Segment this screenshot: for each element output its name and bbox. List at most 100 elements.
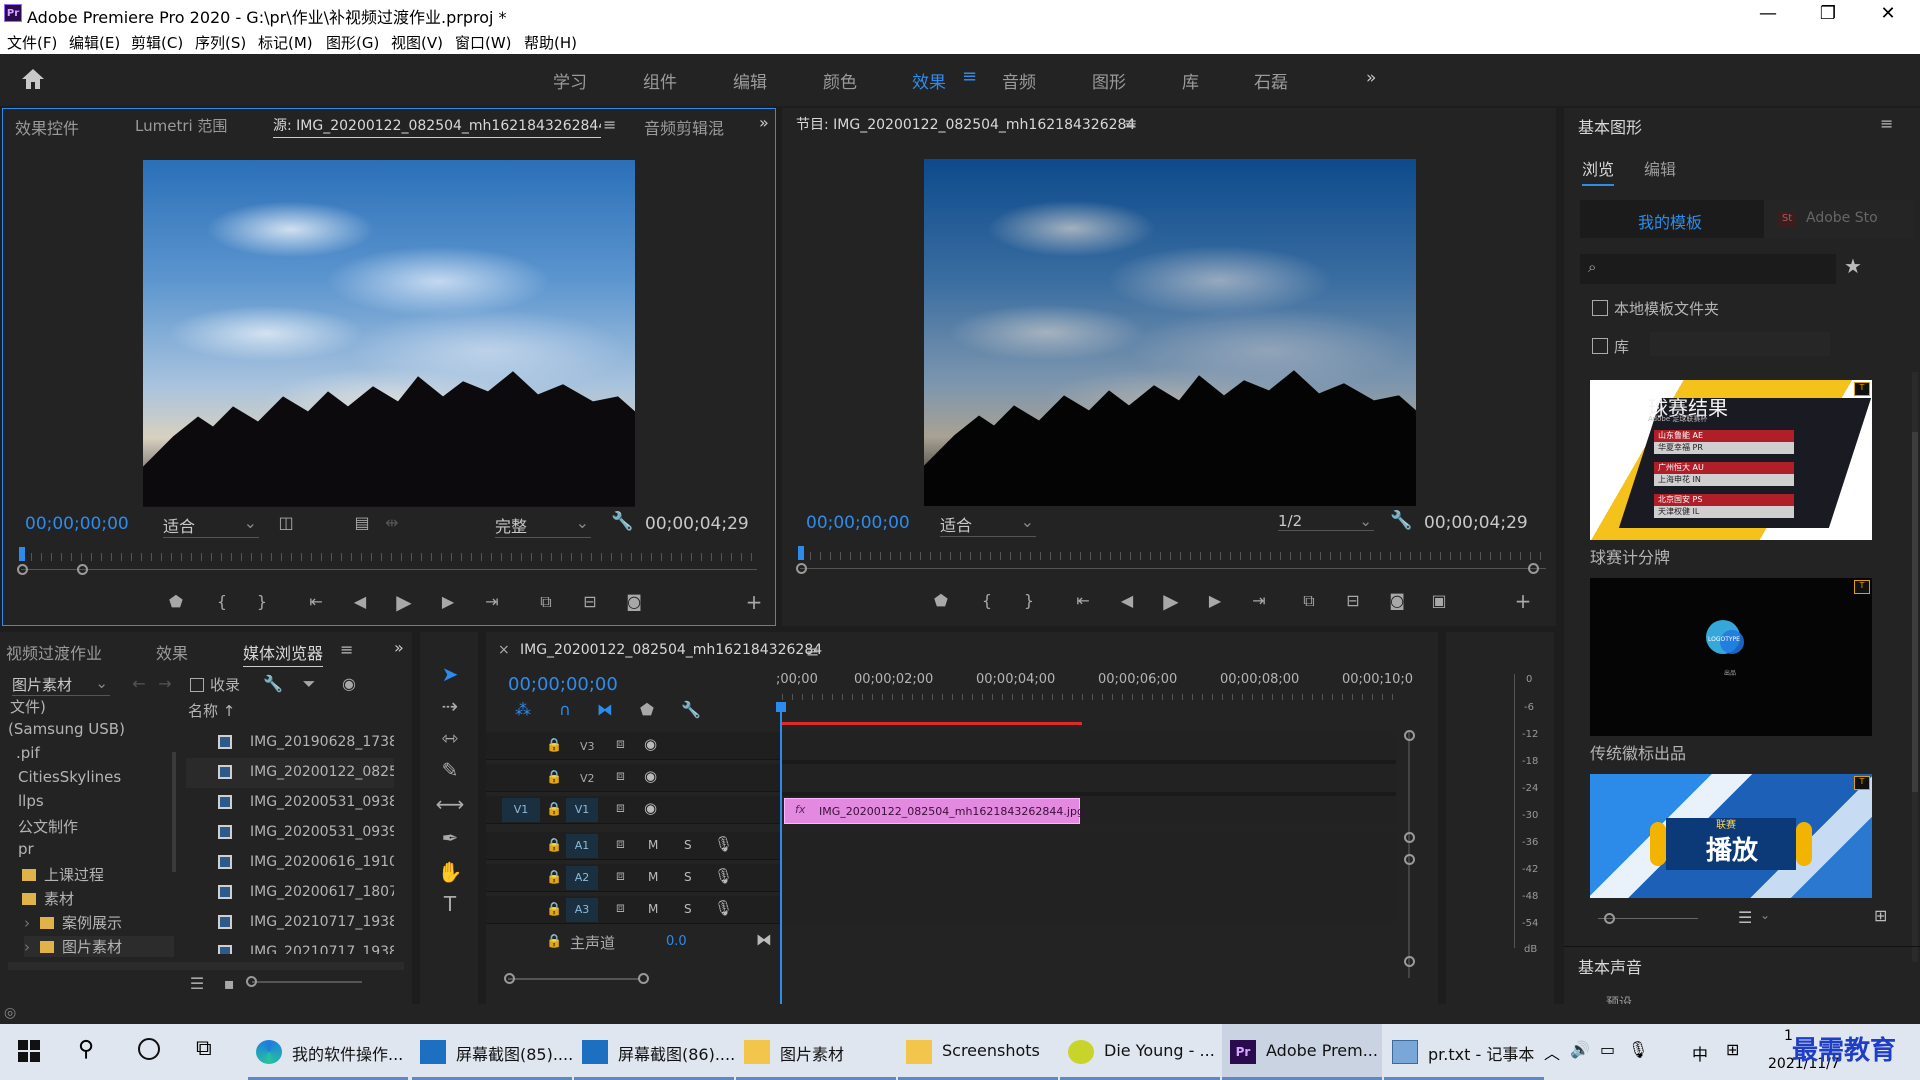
menu-edit[interactable]: 编辑(E) <box>69 32 120 53</box>
file-row[interactable]: IMG_20210717_19384 <box>186 938 394 954</box>
menu-help[interactable]: 帮助(H) <box>524 32 577 53</box>
tray-overflow-icon[interactable]: ︿ <box>1544 1040 1560 1064</box>
workspace-assembly[interactable]: 组件 <box>643 68 677 93</box>
forward-arrow-icon[interactable]: → <box>154 674 176 693</box>
menu-file[interactable]: 文件(F) <box>7 32 57 53</box>
timeline-ruler[interactable]: ;00;00 00;00;02;00 00;00;04;00 00;00;06;… <box>776 672 1438 692</box>
tab-edit[interactable]: 编辑 <box>1644 156 1676 180</box>
camera-icon[interactable]: ◙ <box>1386 591 1408 610</box>
tab-sequence[interactable]: IMG_20200122_082504_mh162184326284 <box>520 642 822 658</box>
panel-menu-icon[interactable]: ≡ <box>1880 114 1893 133</box>
audio-tracks-area[interactable] <box>782 832 1396 924</box>
menu-view[interactable]: 视图(V) <box>391 32 443 53</box>
insert-icon[interactable]: ⧉ <box>535 592 557 612</box>
zoom-handle-right[interactable] <box>77 564 88 575</box>
go-to-end-icon[interactable]: ⧓ <box>756 930 772 949</box>
windows-start-icon[interactable] <box>18 1040 40 1062</box>
tab-audio-clip-mixer[interactable]: 音频剪辑混 <box>644 115 724 139</box>
go-to-out-icon[interactable]: ⇥ <box>481 592 503 611</box>
mark-in-icon[interactable]: { <box>976 591 998 610</box>
library-checkbox[interactable] <box>1592 338 1608 354</box>
slider-handle[interactable] <box>1604 913 1615 924</box>
linked-selection-icon[interactable]: ⧓ <box>594 700 616 719</box>
mute-button[interactable]: M <box>648 838 658 852</box>
microphone-icon[interactable]: 🎙 <box>1628 1040 1648 1059</box>
track-label[interactable]: A1 <box>566 834 598 858</box>
taskbar-item[interactable]: 屏幕截图(85).... <box>412 1024 573 1080</box>
template-search-input[interactable]: ⌕ <box>1580 254 1836 284</box>
zoom-handle-right[interactable] <box>638 973 649 984</box>
tab-lumetri-scopes[interactable]: Lumetri 范围 <box>135 115 227 136</box>
zoom-handle-right[interactable] <box>1528 563 1539 574</box>
snap-icon[interactable]: ∩ <box>554 700 576 719</box>
hand-tool-icon[interactable]: ✋ <box>432 860 468 888</box>
lift-icon[interactable]: ⧉ <box>1298 591 1320 611</box>
fx-badge[interactable]: fx <box>795 803 805 816</box>
source-quality-dropdown[interactable]: 完整 ⌄ <box>495 513 591 538</box>
tab-source[interactable]: 源: IMG_20200122_082504_mh1621843262844.j… <box>273 115 601 138</box>
tree-folder[interactable]: › 案例展示 <box>24 912 122 933</box>
track-select-tool-icon[interactable]: ⇢ <box>432 694 468 722</box>
file-row[interactable]: IMG_20200617_18070 <box>186 878 394 908</box>
solo-button[interactable]: S <box>684 838 692 852</box>
mark-out-icon[interactable]: } <box>251 592 273 611</box>
cortana-icon[interactable] <box>138 1038 160 1060</box>
tree-folder-selected[interactable]: › 图片素材 <box>24 936 174 957</box>
eye-icon[interactable]: ◉ <box>644 735 657 753</box>
taskbar-item[interactable]: Die Young - ... <box>1060 1024 1220 1080</box>
location-dropdown[interactable]: 图片素材 ⌄ <box>12 674 110 696</box>
thumbnail-size-slider[interactable] <box>252 981 362 983</box>
tab-project[interactable]: 视频过渡作业 <box>6 640 102 664</box>
view-icon[interactable]: ◉ <box>338 674 360 693</box>
workspace-overflow-icon[interactable]: » <box>1366 68 1376 88</box>
local-templates-checkbox[interactable] <box>1592 300 1608 316</box>
track-label[interactable]: A2 <box>566 866 598 890</box>
file-row[interactable]: IMG_20190628_17382 <box>186 728 394 758</box>
slider-handle[interactable] <box>246 976 257 987</box>
pen-tool-icon[interactable]: ✒ <box>432 826 468 854</box>
eye-icon[interactable]: ◉ <box>644 767 657 785</box>
my-templates-tab[interactable]: 我的模板 <box>1580 200 1764 238</box>
wrench-icon[interactable]: 🔧 <box>262 674 284 693</box>
sync-lock-icon[interactable]: ⧈ <box>616 868 625 884</box>
minimize-button[interactable]: — <box>1740 0 1796 28</box>
tree-item[interactable]: llps <box>18 792 44 810</box>
play-icon[interactable]: ▶ <box>393 590 415 614</box>
chevron-down-icon[interactable]: ⌄ <box>1760 908 1770 922</box>
video-clip[interactable]: fx IMG_20200122_082504_mh1621843262844.j… <box>784 798 1084 824</box>
tree-scrollbar[interactable] <box>172 752 176 872</box>
scroll-handle[interactable] <box>1404 730 1415 741</box>
tree-folder[interactable]: 上课过程 <box>22 864 104 885</box>
tab-effects[interactable]: 效果 <box>156 640 188 664</box>
mark-in-icon[interactable]: { <box>211 592 233 611</box>
scroll-handle[interactable] <box>1404 854 1415 865</box>
file-row[interactable]: IMG_20210717_19383 <box>186 908 394 938</box>
add-button-icon[interactable]: + <box>743 590 765 614</box>
scroll-handle[interactable] <box>1404 956 1415 967</box>
zoom-handle-left[interactable] <box>796 563 807 574</box>
menu-graphics[interactable]: 图形(G) <box>326 32 379 53</box>
wrench-icon[interactable]: 🔧 <box>611 511 633 532</box>
drag-video-icon[interactable]: ⇹ <box>381 513 403 532</box>
star-icon[interactable]: ★ <box>1844 254 1862 278</box>
add-button-icon[interactable]: + <box>1512 589 1534 613</box>
tree-item[interactable]: .pif <box>16 744 40 762</box>
mute-button[interactable]: M <box>648 902 658 916</box>
task-view-icon[interactable]: ⧉ <box>196 1036 212 1061</box>
taskbar-item-active[interactable]: Pr Adobe Prem... <box>1222 1024 1382 1080</box>
ripple-edit-tool-icon[interactable]: ⇿ <box>432 726 468 754</box>
program-timecode-in[interactable]: 00;00;00;00 <box>806 513 910 533</box>
name-column-header[interactable]: 名称 ↑ <box>188 700 235 721</box>
list-view-icon[interactable]: ☰ <box>186 974 208 993</box>
microphone-icon[interactable]: 🎙 <box>714 835 733 853</box>
go-to-out-icon[interactable]: ⇥ <box>1248 591 1270 610</box>
workspace-custom[interactable]: 石磊 <box>1254 68 1288 93</box>
menu-sequence[interactable]: 序列(S) <box>195 32 246 53</box>
adobe-stock-tab[interactable]: St Adobe Sto <box>1764 200 1914 238</box>
taskbar-item[interactable]: 我的软件操作... <box>248 1024 408 1080</box>
solo-button[interactable]: S <box>684 902 692 916</box>
sync-lock-icon[interactable]: ⧈ <box>616 800 625 816</box>
source-fit-dropdown[interactable]: 适合 ⌄ <box>163 513 259 538</box>
tab-menu-icon[interactable]: ≡ <box>806 642 819 661</box>
library-dropdown[interactable] <box>1650 332 1830 356</box>
